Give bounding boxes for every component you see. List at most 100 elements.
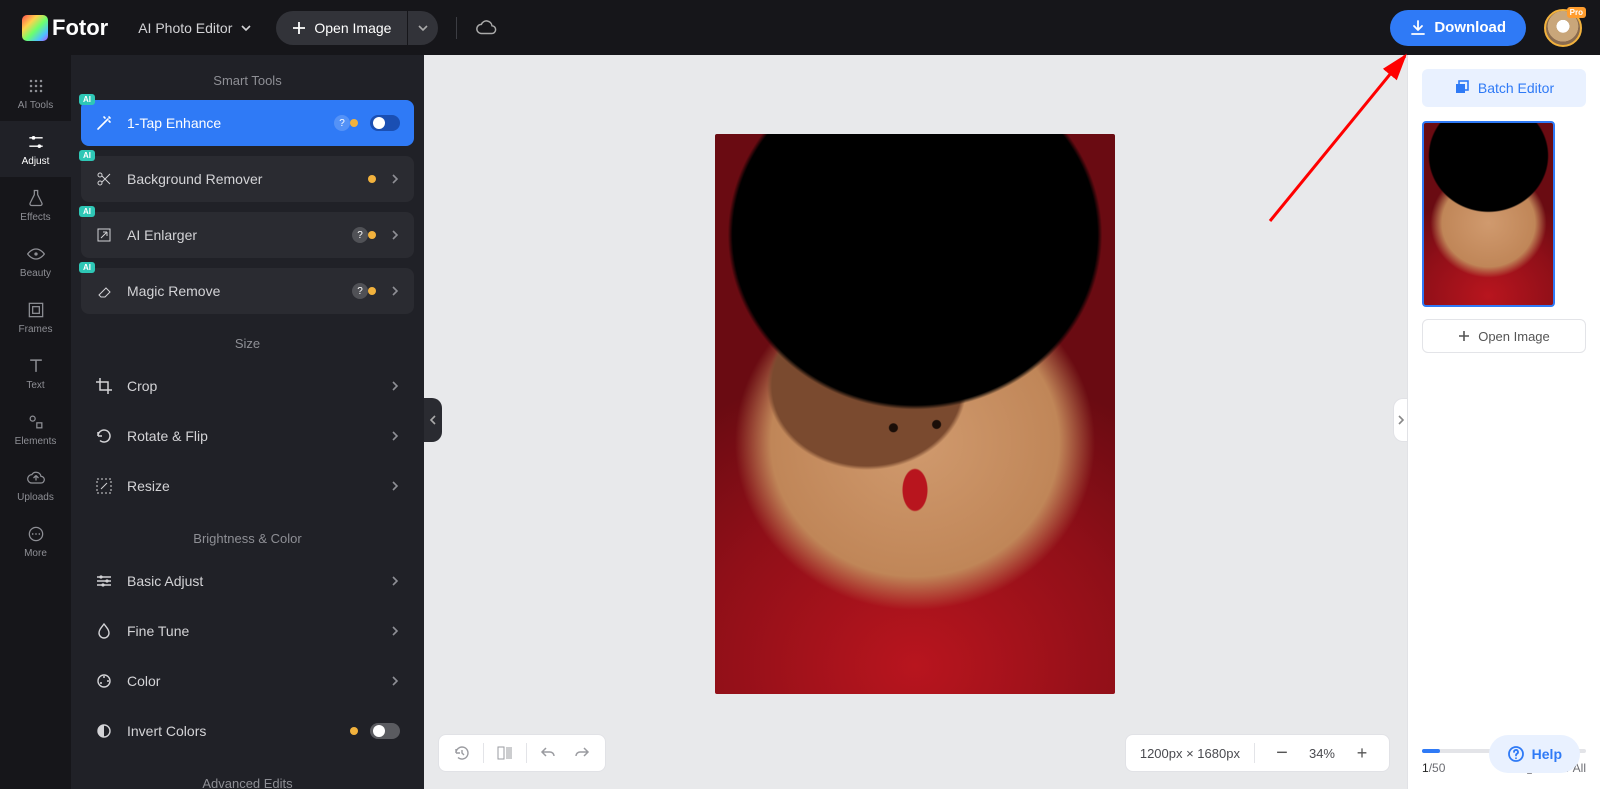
help-icon[interactable]: ? (352, 227, 368, 243)
tool-crop[interactable]: Crop (81, 363, 414, 409)
rail-elements[interactable]: Elements (0, 401, 71, 457)
invert-toggle[interactable] (370, 723, 400, 739)
ai-badge: AI (79, 206, 95, 217)
premium-dot (368, 287, 376, 295)
tool-fine-tune[interactable]: Fine Tune (81, 608, 414, 654)
user-avatar[interactable]: Pro (1544, 9, 1582, 47)
collapse-panel-button[interactable] (424, 398, 442, 442)
app-header: Fotor AI Photo Editor Open Image Downloa… (0, 0, 1600, 55)
shapes-icon (26, 412, 46, 432)
chevron-right-icon (390, 381, 400, 391)
tool-label: Crop (127, 378, 376, 394)
tool-label: Rotate & Flip (127, 428, 376, 444)
logo[interactable]: Fotor (22, 15, 108, 41)
redo-button[interactable] (569, 740, 595, 766)
rail-label: Elements (15, 436, 57, 447)
rail-ai-tools[interactable]: AI Tools (0, 65, 71, 121)
chevron-left-icon (428, 415, 438, 425)
eraser-icon (95, 282, 113, 300)
adjust-icon (95, 572, 113, 590)
chevron-right-icon (390, 576, 400, 586)
tool-rotate-flip[interactable]: Rotate & Flip (81, 413, 414, 459)
rotate-icon (95, 427, 113, 445)
rail-label: Beauty (20, 268, 51, 279)
zoom-control: 1200px × 1680px − 34% + (1125, 734, 1390, 772)
help-label: Help (1532, 746, 1562, 762)
tool-label: Invert Colors (127, 723, 350, 739)
tool-background-remover[interactable]: AI Background Remover (81, 156, 414, 202)
ai-badge: AI (79, 150, 95, 161)
zoom-in-button[interactable]: + (1349, 740, 1375, 766)
right-panel: Batch Editor Open Image 1/50 Clear All (1407, 55, 1600, 789)
zoom-out-button[interactable]: − (1269, 740, 1295, 766)
editor-type-dropdown[interactable]: AI Photo Editor (138, 20, 252, 36)
thumbnail-selected[interactable] (1422, 121, 1555, 307)
rail-label: Frames (19, 324, 53, 335)
tool-label: Fine Tune (127, 623, 376, 639)
history-group (438, 734, 606, 772)
palette-icon (95, 672, 113, 690)
rail-effects[interactable]: Effects (0, 177, 71, 233)
section-size: Size (81, 318, 414, 363)
download-button[interactable]: Download (1390, 10, 1526, 46)
chevron-down-icon (417, 22, 429, 34)
help-icon[interactable]: ? (352, 283, 368, 299)
tool-label: Resize (127, 478, 376, 494)
rail-text[interactable]: Text (0, 345, 71, 401)
eye-icon (26, 244, 46, 264)
open-image-split-button[interactable] (408, 11, 438, 45)
chevron-right-icon (390, 481, 400, 491)
enhance-toggle[interactable] (370, 115, 400, 131)
expand-right-panel-button[interactable] (1393, 398, 1407, 442)
rail-uploads[interactable]: Uploads (0, 457, 71, 513)
tool-basic-adjust[interactable]: Basic Adjust (81, 558, 414, 604)
tool-magic-remove[interactable]: AI Magic Remove ? (81, 268, 414, 314)
tool-label: Basic Adjust (127, 573, 376, 589)
rail-frames[interactable]: Frames (0, 289, 71, 345)
rail-beauty[interactable]: Beauty (0, 233, 71, 289)
tool-invert-colors[interactable]: Invert Colors (81, 708, 414, 754)
ai-badge: AI (79, 94, 95, 105)
editor-type-label: AI Photo Editor (138, 20, 232, 36)
enlarge-icon (95, 226, 113, 244)
section-smart-tools: Smart Tools (81, 55, 414, 100)
compare-button[interactable] (492, 740, 518, 766)
rail-label: Effects (20, 212, 50, 223)
help-circle-icon (1507, 745, 1525, 763)
chevron-right-icon (1396, 415, 1406, 425)
logo-icon (22, 15, 48, 41)
tool-label: AI Enlarger (127, 227, 346, 243)
rail-adjust[interactable]: Adjust (0, 121, 71, 177)
upload-icon (26, 468, 46, 488)
tool-color[interactable]: Color (81, 658, 414, 704)
section-advanced: Advanced Edits (81, 758, 414, 789)
undo-icon (539, 744, 557, 762)
image-count: 1/50 (1422, 761, 1445, 775)
logo-text: Fotor (52, 15, 108, 41)
chevron-right-icon (390, 174, 400, 184)
zoom-level: 34% (1309, 746, 1335, 761)
chevron-right-icon (390, 676, 400, 686)
history-icon (453, 744, 471, 762)
frame-icon (26, 300, 46, 320)
tool-resize[interactable]: Resize (81, 463, 414, 509)
tool-ai-enlarger[interactable]: AI AI Enlarger ? (81, 212, 414, 258)
premium-dot (350, 727, 358, 735)
batch-editor-button[interactable]: Batch Editor (1422, 69, 1586, 107)
sliders-icon (26, 132, 46, 152)
rail-more[interactable]: More (0, 513, 71, 569)
open-image-panel-button[interactable]: Open Image (1422, 319, 1586, 353)
premium-dot (350, 119, 358, 127)
tool-1tap-enhance[interactable]: AI 1-Tap Enhance ? (81, 100, 414, 146)
help-icon[interactable]: ? (334, 115, 350, 131)
canvas-image[interactable] (715, 134, 1115, 694)
cloud-sync-button[interactable] (475, 17, 497, 39)
chevron-right-icon (390, 286, 400, 296)
history-button[interactable] (449, 740, 475, 766)
help-button[interactable]: Help (1489, 735, 1580, 773)
chevron-down-icon (240, 22, 252, 34)
canvas-area[interactable] (424, 55, 1407, 789)
rail-label: Uploads (17, 492, 54, 503)
undo-button[interactable] (535, 740, 561, 766)
open-image-button[interactable]: Open Image (276, 11, 407, 45)
